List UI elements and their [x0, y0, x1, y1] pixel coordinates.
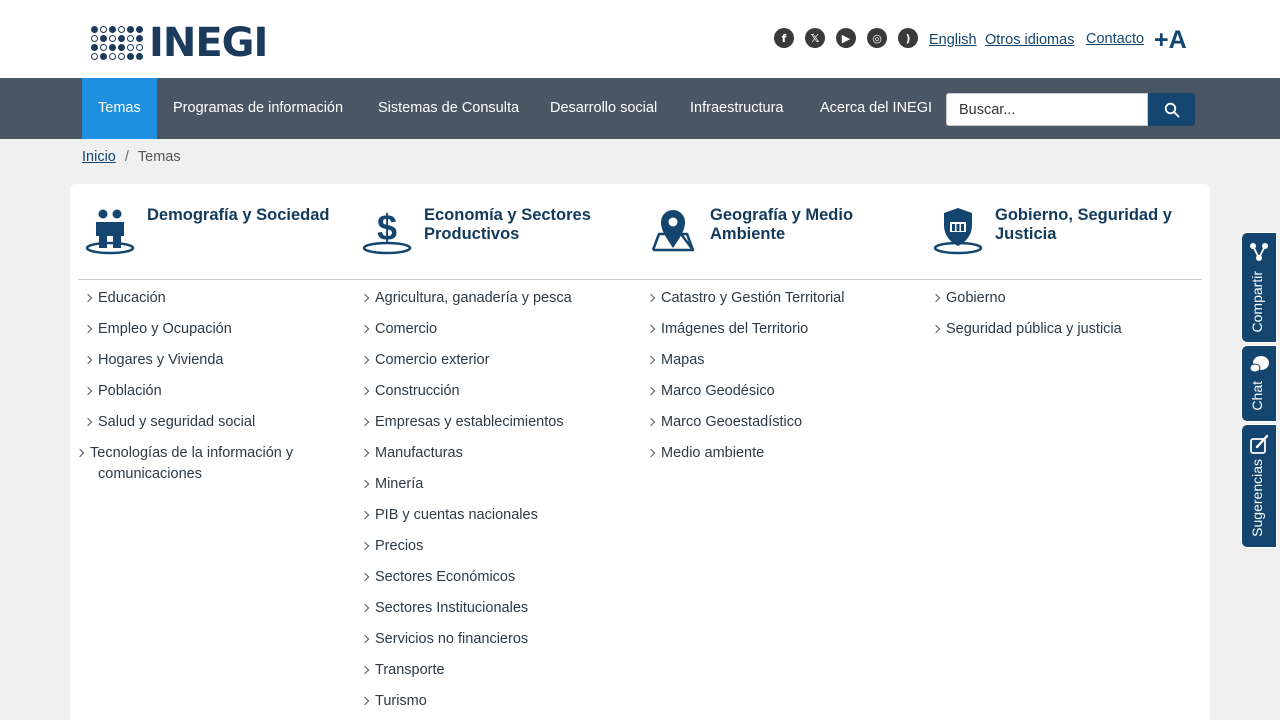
topic-title[interactable]: Geografía y Medio Ambiente	[710, 204, 917, 244]
topic-list: Gobierno Seguridad pública y justicia	[932, 288, 1192, 350]
social-links: f 𝕏 ▶ ◎ )	[774, 28, 918, 48]
chat-icon	[1249, 356, 1269, 373]
topic-list: Agricultura, ganadería y pesca Comercio …	[361, 288, 631, 720]
other-languages-link[interactable]: Otros idiomas	[985, 32, 1074, 48]
main-nav: Temas Programas de información Sistemas …	[0, 78, 1280, 139]
dollar-icon: $	[362, 207, 412, 255]
topic-link[interactable]: Comercio	[361, 319, 631, 340]
share-tab-label: Compartir	[1249, 270, 1265, 332]
nav-item-programas[interactable]: Programas de información	[173, 78, 343, 139]
topic-link[interactable]: Sectores Institucionales	[361, 598, 631, 619]
topic-link[interactable]: Manufacturas	[361, 443, 631, 464]
topic-link[interactable]: PIB y cuentas nacionales	[361, 505, 631, 526]
svg-text:$: $	[377, 207, 397, 248]
breadcrumb-current: Temas	[137, 149, 181, 165]
topic-link[interactable]: Marco Geoestadístico	[647, 412, 917, 433]
inegi-logo[interactable]: INEGI	[91, 20, 268, 66]
topic-link[interactable]: Educación	[84, 288, 334, 309]
topic-link[interactable]: Imágenes del Territorio	[647, 319, 917, 340]
site-header: INEGI f 𝕏 ▶ ◎ ) English Otros idiomas Co…	[0, 0, 1280, 78]
suggestions-tab-label: Sugerencias	[1249, 459, 1265, 537]
topic-link[interactable]: Construcción	[361, 381, 631, 402]
search-icon	[1164, 102, 1179, 117]
nav-item-acerca[interactable]: Acerca del INEGI	[820, 78, 932, 139]
divider	[78, 279, 1202, 280]
suggestion-icon	[1250, 434, 1269, 454]
nav-item-infraestructura[interactable]: Infraestructura	[690, 78, 784, 139]
topic-title[interactable]: Economía y Sectores Productivos	[424, 204, 631, 244]
contact-link[interactable]: Contacto	[1086, 31, 1144, 47]
topic-link[interactable]: Agricultura, ganadería y pesca	[361, 288, 631, 309]
nav-item-temas[interactable]: Temas	[82, 78, 157, 139]
suggestions-tab[interactable]: Sugerencias	[1242, 425, 1276, 547]
chat-tab-label: Chat	[1249, 381, 1265, 411]
topic-link[interactable]: Seguridad pública y justicia	[932, 319, 1192, 340]
share-tab[interactable]: Compartir	[1242, 233, 1276, 342]
topic-link[interactable]: Gobierno	[932, 288, 1192, 309]
logo-mark-icon	[91, 26, 143, 60]
english-link[interactable]: English	[929, 32, 977, 48]
topic-title[interactable]: Demografía y Sociedad	[147, 204, 329, 225]
font-size-toggle[interactable]: +A	[1154, 26, 1187, 55]
breadcrumb: Inicio / Temas	[82, 149, 181, 165]
search-input[interactable]: Buscar...	[946, 93, 1148, 126]
shield-icon	[933, 208, 983, 255]
nav-item-desarrollo-social[interactable]: Desarrollo social	[550, 78, 657, 139]
topic-link[interactable]: Empleo y Ocupación	[84, 319, 334, 340]
people-icon	[85, 209, 135, 255]
topic-link[interactable]: Catastro y Gestión Territorial	[647, 288, 917, 309]
topic-link[interactable]: Marco Geodésico	[647, 381, 917, 402]
topics-card: Demografía y Sociedad Educación Empleo y…	[70, 184, 1210, 720]
facebook-icon[interactable]: f	[774, 28, 794, 48]
instagram-icon[interactable]: ◎	[867, 28, 887, 48]
breadcrumb-separator: /	[124, 149, 129, 165]
rss-icon[interactable]: )	[898, 28, 918, 48]
search-button[interactable]	[1148, 93, 1195, 126]
topic-link[interactable]: Servicios no financieros	[361, 629, 631, 650]
breadcrumb-home-link[interactable]: Inicio	[82, 149, 116, 165]
nav-item-sistemas[interactable]: Sistemas de Consulta	[378, 78, 519, 139]
x-icon[interactable]: 𝕏	[805, 28, 825, 48]
share-icon	[1250, 243, 1268, 261]
topic-list: Educación Empleo y Ocupación Hogares y V…	[84, 288, 334, 495]
logo-text: INEGI	[149, 20, 268, 66]
topic-link[interactable]: Salud y seguridad social	[84, 412, 334, 433]
map-pin-icon	[651, 210, 695, 252]
topic-link[interactable]: Mapas	[647, 350, 917, 371]
topic-link[interactable]: Medio ambiente	[647, 443, 917, 464]
chat-tab[interactable]: Chat	[1242, 346, 1276, 421]
topic-list: Catastro y Gestión Territorial Imágenes …	[647, 288, 917, 474]
topic-link[interactable]: Hogares y Vivienda	[84, 350, 334, 371]
topic-link[interactable]: Empresas y establecimientos	[361, 412, 631, 433]
topic-link[interactable]: Precios	[361, 536, 631, 557]
topic-link[interactable]: Turismo	[361, 691, 631, 712]
youtube-icon[interactable]: ▶	[836, 28, 856, 48]
topic-link[interactable]: Tecnologías de la información y comunica…	[76, 443, 316, 485]
topic-link[interactable]: Población	[84, 381, 334, 402]
topic-link[interactable]: Sectores Económicos	[361, 567, 631, 588]
topic-link[interactable]: Transporte	[361, 660, 631, 681]
topic-title[interactable]: Gobierno, Seguridad y Justicia	[995, 204, 1202, 244]
topic-link[interactable]: Comercio exterior	[361, 350, 631, 371]
topic-link[interactable]: Minería	[361, 474, 631, 495]
